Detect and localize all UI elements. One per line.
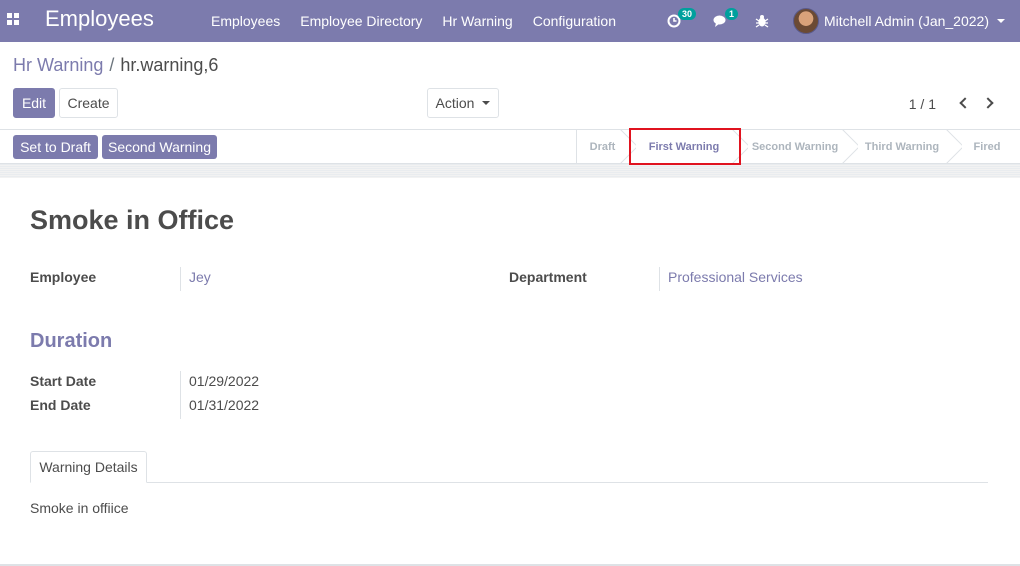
user-avatar bbox=[793, 8, 820, 34]
stage-label: Third Warning bbox=[864, 140, 940, 153]
breadcrumb: Hr Warning / hr.warning,6 bbox=[13, 55, 218, 76]
stage-draft[interactable]: Draft bbox=[576, 130, 628, 163]
department-label: Department bbox=[509, 269, 587, 285]
debug-menu[interactable] bbox=[755, 14, 769, 28]
pager-next-button[interactable] bbox=[982, 94, 998, 112]
top-navbar: Employees Employees Employee Directory H… bbox=[0, 0, 1020, 42]
duration-section-title: Duration bbox=[30, 330, 113, 352]
start-date-label: Start Date bbox=[30, 373, 97, 389]
chevron-right-icon bbox=[982, 97, 994, 109]
message-badge: 1 bbox=[725, 8, 739, 20]
stage-third-warning[interactable]: Third Warning bbox=[850, 130, 954, 163]
menu-item-employee-directory[interactable]: Employee Directory bbox=[290, 0, 432, 42]
stage-arrow bbox=[732, 130, 748, 163]
chevron-down-icon bbox=[997, 19, 1005, 23]
chevron-left-icon bbox=[959, 97, 971, 109]
tab-warning-details[interactable]: Warning Details bbox=[30, 451, 147, 483]
create-button[interactable]: Create bbox=[59, 88, 118, 118]
end-date-value: 01/31/2022 bbox=[189, 397, 260, 413]
activity-badge: 30 bbox=[678, 8, 697, 20]
sheet-background bbox=[0, 164, 1020, 178]
warning-details-content: Smoke in offiice bbox=[30, 500, 129, 516]
menu-item-employees[interactable]: Employees bbox=[201, 0, 290, 42]
main-menu: Employees Employee Directory Hr Warning … bbox=[201, 0, 626, 42]
app-title[interactable]: Employees bbox=[45, 6, 154, 32]
stage-label: Second Warning bbox=[751, 140, 839, 153]
record-title: Smoke in Office bbox=[30, 205, 235, 235]
activity-menu[interactable]: 30 bbox=[667, 8, 697, 28]
edit-button[interactable]: Edit bbox=[13, 88, 55, 118]
apps-menu-icon[interactable] bbox=[7, 13, 19, 25]
end-date-label: End Date bbox=[30, 397, 91, 413]
stage-fired[interactable]: Fired bbox=[954, 130, 1020, 163]
action-dropdown[interactable]: Action bbox=[427, 88, 499, 118]
field-divider bbox=[180, 371, 181, 419]
start-date-value: 01/29/2022 bbox=[189, 373, 260, 389]
employee-label: Employee bbox=[30, 269, 97, 285]
menu-item-configuration[interactable]: Configuration bbox=[523, 0, 626, 42]
stage-arrow bbox=[946, 130, 962, 163]
pager-previous-button[interactable] bbox=[955, 94, 971, 112]
department-value[interactable]: Professional Services bbox=[668, 269, 803, 285]
stage-label: First Warning bbox=[648, 140, 720, 153]
bug-icon bbox=[755, 15, 769, 28]
employee-value[interactable]: Jey bbox=[189, 269, 211, 285]
stage-label: Fired bbox=[973, 140, 1001, 153]
field-divider bbox=[180, 267, 181, 291]
set-to-draft-button[interactable]: Set to Draft bbox=[13, 135, 98, 159]
form-sheet bbox=[0, 178, 1020, 566]
stage-label: Draft bbox=[589, 140, 616, 153]
breadcrumb-current: hr.warning,6 bbox=[120, 55, 219, 75]
user-menu[interactable]: Mitchell Admin (Jan_2022) bbox=[793, 8, 1020, 34]
notebook-tabs-line bbox=[30, 482, 988, 483]
statusbar: Set to Draft Second Warning Draft First … bbox=[0, 129, 1020, 164]
menu-item-hr-warning[interactable]: Hr Warning bbox=[432, 0, 522, 42]
stage-pipeline: Draft First Warning Second Warning Third… bbox=[576, 130, 1020, 163]
pager-value[interactable]: 1 / 1 bbox=[909, 96, 936, 112]
breadcrumb-parent[interactable]: Hr Warning bbox=[13, 55, 103, 75]
stage-second-warning[interactable]: Second Warning bbox=[740, 130, 850, 163]
field-divider bbox=[659, 267, 660, 291]
systray: 30 1 Mitchell Admin (Jan_2022) bbox=[667, 0, 1020, 42]
second-warning-button[interactable]: Second Warning bbox=[102, 135, 217, 159]
stage-arrow bbox=[842, 130, 858, 163]
breadcrumb-separator: / bbox=[109, 55, 115, 75]
caret-down-icon bbox=[482, 101, 491, 105]
stage-first-warning[interactable]: First Warning bbox=[628, 130, 740, 163]
messaging-menu[interactable]: 1 bbox=[713, 8, 739, 28]
action-label: Action bbox=[435, 95, 475, 111]
user-name: Mitchell Admin (Jan_2022) bbox=[824, 13, 989, 29]
stage-arrow bbox=[620, 130, 636, 163]
